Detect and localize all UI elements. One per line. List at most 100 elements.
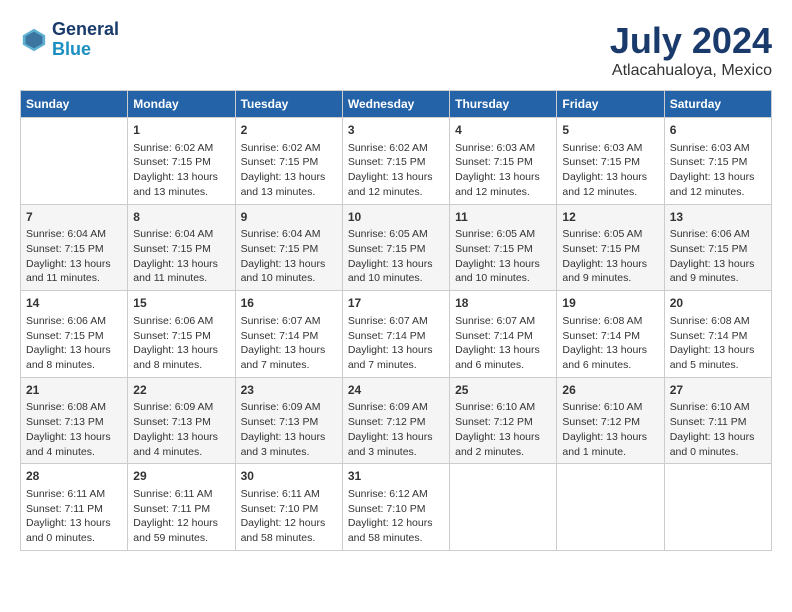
- day-number: 9: [241, 209, 337, 226]
- day-info: Sunrise: 6:04 AMSunset: 7:15 PMDaylight:…: [133, 227, 229, 286]
- day-info: Sunrise: 6:11 AMSunset: 7:11 PMDaylight:…: [133, 487, 229, 546]
- calendar-cell: 28 Sunrise: 6:11 AMSunset: 7:11 PMDayligh…: [21, 464, 128, 551]
- day-info: Sunrise: 6:05 AMSunset: 7:15 PMDaylight:…: [348, 227, 444, 286]
- column-header-friday: Friday: [557, 91, 664, 118]
- calendar-table: SundayMondayTuesdayWednesdayThursdayFrid…: [20, 90, 772, 551]
- day-info: Sunrise: 6:10 AMSunset: 7:12 PMDaylight:…: [455, 400, 551, 459]
- day-number: 16: [241, 295, 337, 312]
- logo-text: General Blue: [52, 20, 119, 60]
- calendar-cell: 16 Sunrise: 6:07 AMSunset: 7:14 PMDayligh…: [235, 291, 342, 378]
- calendar-cell: 18 Sunrise: 6:07 AMSunset: 7:14 PMDayligh…: [450, 291, 557, 378]
- day-number: 24: [348, 382, 444, 399]
- day-info: Sunrise: 6:07 AMSunset: 7:14 PMDaylight:…: [455, 314, 551, 373]
- day-number: 12: [562, 209, 658, 226]
- week-row-5: 28 Sunrise: 6:11 AMSunset: 7:11 PMDayligh…: [21, 464, 772, 551]
- calendar-cell: 31 Sunrise: 6:12 AMSunset: 7:10 PMDayligh…: [342, 464, 449, 551]
- calendar-cell: 22Sunrise: 6:09 AMSunset: 7:13 PMDayligh…: [128, 377, 235, 464]
- week-row-2: 7Sunrise: 6:04 AMSunset: 7:15 PMDaylight…: [21, 204, 772, 291]
- calendar-cell: 9Sunrise: 6:04 AMSunset: 7:15 PMDaylight…: [235, 204, 342, 291]
- day-info: Sunrise: 6:03 AMSunset: 7:15 PMDaylight:…: [670, 141, 766, 200]
- day-number: 2: [241, 122, 337, 139]
- calendar-cell: 13Sunrise: 6:06 AMSunset: 7:15 PMDayligh…: [664, 204, 771, 291]
- day-info: Sunrise: 6:07 AMSunset: 7:14 PMDaylight:…: [241, 314, 337, 373]
- week-row-1: 1 Sunrise: 6:02 AMSunset: 7:15 PMDaylight…: [21, 118, 772, 205]
- day-info: Sunrise: 6:02 AMSunset: 7:15 PMDaylight:…: [348, 141, 444, 200]
- day-number: 8: [133, 209, 229, 226]
- logo-icon: [20, 26, 48, 54]
- day-number: 20: [670, 295, 766, 312]
- calendar-cell: 26Sunrise: 6:10 AMSunset: 7:12 PMDayligh…: [557, 377, 664, 464]
- day-info: Sunrise: 6:11 AMSunset: 7:11 PMDaylight:…: [26, 487, 122, 546]
- calendar-cell: 12Sunrise: 6:05 AMSunset: 7:15 PMDayligh…: [557, 204, 664, 291]
- calendar-cell: 3Sunrise: 6:02 AMSunset: 7:15 PMDaylight…: [342, 118, 449, 205]
- title-block: July 2024 Atlacahualoya, Mexico: [610, 20, 772, 80]
- calendar-cell: 8Sunrise: 6:04 AMSunset: 7:15 PMDaylight…: [128, 204, 235, 291]
- calendar-cell: 21Sunrise: 6:08 AMSunset: 7:13 PMDayligh…: [21, 377, 128, 464]
- day-info: Sunrise: 6:05 AMSunset: 7:15 PMDaylight:…: [562, 227, 658, 286]
- page-header: General Blue July 2024 Atlacahualoya, Me…: [20, 20, 772, 80]
- day-number: 1: [133, 122, 229, 139]
- day-info: Sunrise: 6:06 AMSunset: 7:15 PMDaylight:…: [133, 314, 229, 373]
- day-info: Sunrise: 6:09 AMSunset: 7:12 PMDaylight:…: [348, 400, 444, 459]
- subtitle: Atlacahualoya, Mexico: [610, 62, 772, 80]
- day-number: 21: [26, 382, 122, 399]
- calendar-cell: [21, 118, 128, 205]
- day-info: Sunrise: 6:08 AMSunset: 7:14 PMDaylight:…: [670, 314, 766, 373]
- calendar-cell: 23Sunrise: 6:09 AMSunset: 7:13 PMDayligh…: [235, 377, 342, 464]
- day-number: 4: [455, 122, 551, 139]
- calendar-cell: 19 Sunrise: 6:08 AMSunset: 7:14 PMDayligh…: [557, 291, 664, 378]
- day-info: Sunrise: 6:10 AMSunset: 7:11 PMDaylight:…: [670, 400, 766, 459]
- column-header-monday: Monday: [128, 91, 235, 118]
- calendar-cell: 1Sunrise: 6:02 AMSunset: 7:15 PMDaylight…: [128, 118, 235, 205]
- calendar-cell: 29Sunrise: 6:11 AMSunset: 7:11 PMDayligh…: [128, 464, 235, 551]
- day-number: 15: [133, 295, 229, 312]
- calendar-cell: 24Sunrise: 6:09 AMSunset: 7:12 PMDayligh…: [342, 377, 449, 464]
- day-number: 25: [455, 382, 551, 399]
- calendar-cell: 7Sunrise: 6:04 AMSunset: 7:15 PMDaylight…: [21, 204, 128, 291]
- day-info: Sunrise: 6:10 AMSunset: 7:12 PMDaylight:…: [562, 400, 658, 459]
- day-info: Sunrise: 6:04 AMSunset: 7:15 PMDaylight:…: [26, 227, 122, 286]
- calendar-header: SundayMondayTuesdayWednesdayThursdayFrid…: [21, 91, 772, 118]
- day-info: Sunrise: 6:09 AMSunset: 7:13 PMDaylight:…: [133, 400, 229, 459]
- day-number: 30: [241, 468, 337, 485]
- calendar-body: 1 Sunrise: 6:02 AMSunset: 7:15 PMDaylight…: [21, 118, 772, 551]
- day-info: Sunrise: 6:08 AMSunset: 7:13 PMDaylight:…: [26, 400, 122, 459]
- day-info: Sunrise: 6:02 AMSunset: 7:15 PMDaylight:…: [241, 141, 337, 200]
- week-row-4: 21Sunrise: 6:08 AMSunset: 7:13 PMDayligh…: [21, 377, 772, 464]
- day-number: 7: [26, 209, 122, 226]
- calendar-cell: [664, 464, 771, 551]
- day-number: 17: [348, 295, 444, 312]
- calendar-cell: 25Sunrise: 6:10 AMSunset: 7:12 PMDayligh…: [450, 377, 557, 464]
- day-number: 14: [26, 295, 122, 312]
- day-number: 28: [26, 468, 122, 485]
- column-header-saturday: Saturday: [664, 91, 771, 118]
- header-row: SundayMondayTuesdayWednesdayThursdayFrid…: [21, 91, 772, 118]
- calendar-cell: 10Sunrise: 6:05 AMSunset: 7:15 PMDayligh…: [342, 204, 449, 291]
- column-header-wednesday: Wednesday: [342, 91, 449, 118]
- calendar-cell: 30Sunrise: 6:11 AMSunset: 7:10 PMDayligh…: [235, 464, 342, 551]
- day-number: 23: [241, 382, 337, 399]
- calendar-cell: 17 Sunrise: 6:07 AMSunset: 7:14 PMDayligh…: [342, 291, 449, 378]
- day-number: 31: [348, 468, 444, 485]
- column-header-tuesday: Tuesday: [235, 91, 342, 118]
- logo: General Blue: [20, 20, 119, 60]
- day-number: 11: [455, 209, 551, 226]
- calendar-cell: [557, 464, 664, 551]
- main-title: July 2024: [610, 20, 772, 62]
- day-number: 6: [670, 122, 766, 139]
- week-row-3: 14 Sunrise: 6:06 AMSunset: 7:15 PMDayligh…: [21, 291, 772, 378]
- day-info: Sunrise: 6:03 AMSunset: 7:15 PMDaylight:…: [562, 141, 658, 200]
- day-number: 5: [562, 122, 658, 139]
- calendar-cell: 15 Sunrise: 6:06 AMSunset: 7:15 PMDayligh…: [128, 291, 235, 378]
- day-info: Sunrise: 6:08 AMSunset: 7:14 PMDaylight:…: [562, 314, 658, 373]
- day-number: 18: [455, 295, 551, 312]
- day-number: 19: [562, 295, 658, 312]
- day-info: Sunrise: 6:07 AMSunset: 7:14 PMDaylight:…: [348, 314, 444, 373]
- day-info: Sunrise: 6:06 AMSunset: 7:15 PMDaylight:…: [670, 227, 766, 286]
- calendar-cell: 20 Sunrise: 6:08 AMSunset: 7:14 PMDayligh…: [664, 291, 771, 378]
- day-info: Sunrise: 6:06 AMSunset: 7:15 PMDaylight:…: [26, 314, 122, 373]
- day-number: 27: [670, 382, 766, 399]
- calendar-cell: [450, 464, 557, 551]
- day-info: Sunrise: 6:12 AMSunset: 7:10 PMDaylight:…: [348, 487, 444, 546]
- day-number: 26: [562, 382, 658, 399]
